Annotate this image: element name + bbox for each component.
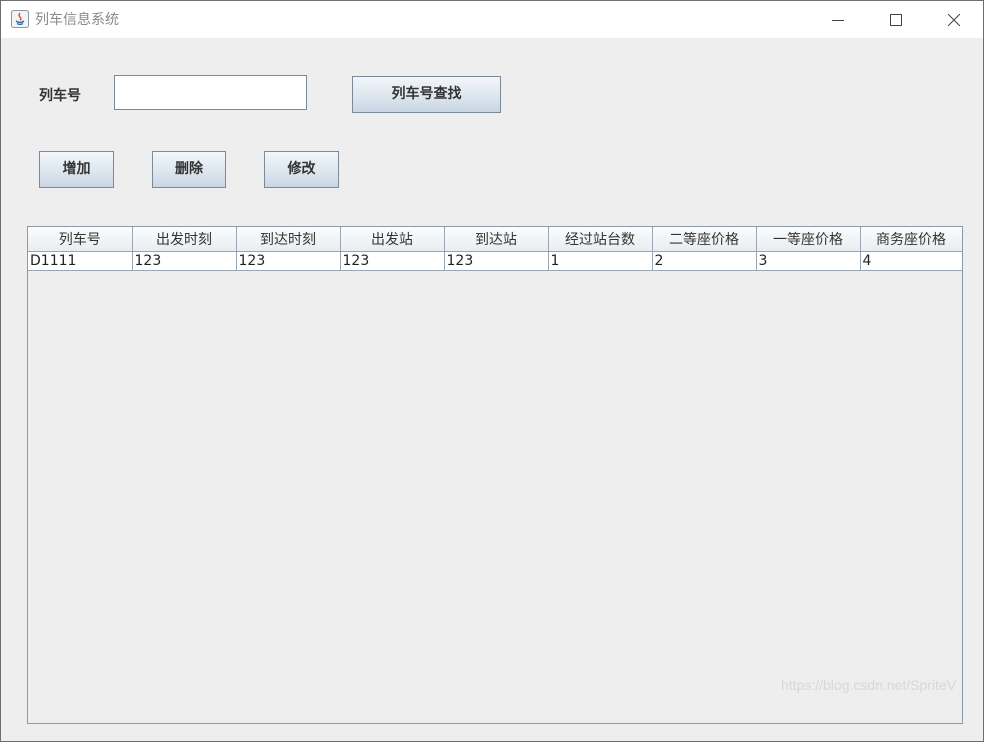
watermark-text: https://blog.csdn.net/SpriteV xyxy=(781,677,957,693)
table-cell[interactable]: 123 xyxy=(132,251,237,271)
table-cell[interactable]: 3 xyxy=(756,251,861,271)
table-header-row: 列车号 出发时刻 到达时刻 出发站 到达站 经过站台数 二等座价格 一等座价格 … xyxy=(28,227,962,252)
train-table: 列车号 出发时刻 到达时刻 出发站 到达站 经过站台数 二等座价格 一等座价格 … xyxy=(28,227,962,271)
close-icon xyxy=(948,13,960,26)
table-cell[interactable]: 1 xyxy=(548,251,653,271)
column-header-business-class-price[interactable]: 商务座价格 xyxy=(860,227,962,252)
column-header-first-class-price[interactable]: 一等座价格 xyxy=(756,227,861,252)
delete-button[interactable]: 删除 xyxy=(152,151,226,188)
table-cell[interactable]: 123 xyxy=(236,251,341,271)
column-header-train-number[interactable]: 列车号 xyxy=(28,227,133,252)
column-header-second-class-price[interactable]: 二等座价格 xyxy=(652,227,757,252)
modify-button[interactable]: 修改 xyxy=(264,151,339,188)
table-cell[interactable]: 4 xyxy=(860,251,962,271)
train-table-scrollpane[interactable]: 列车号 出发时刻 到达时刻 出发站 到达站 经过站台数 二等座价格 一等座价格 … xyxy=(27,226,963,724)
column-header-departure-time[interactable]: 出发时刻 xyxy=(132,227,237,252)
title-bar[interactable]: 列车信息系统 xyxy=(1,1,983,38)
window-title: 列车信息系统 xyxy=(35,12,119,28)
column-header-arrival-time[interactable]: 到达时刻 xyxy=(236,227,341,252)
train-number-input[interactable] xyxy=(114,75,307,110)
table-row[interactable]: D1111 123 123 123 123 1 2 3 4 xyxy=(28,251,962,271)
add-button[interactable]: 增加 xyxy=(39,151,114,188)
search-train-button[interactable]: 列车号查找 xyxy=(352,76,501,113)
column-header-departure-station[interactable]: 出发站 xyxy=(340,227,445,252)
minimize-icon xyxy=(832,19,844,21)
table-cell[interactable]: D1111 xyxy=(28,251,133,271)
table-cell[interactable]: 123 xyxy=(444,251,549,271)
maximize-icon xyxy=(890,13,902,26)
app-window: 列车信息系统 列车号 列车号查找 增加 删除 修改 列车号 出发时刻 到达时刻 … xyxy=(0,0,984,742)
train-number-label: 列车号 xyxy=(39,88,81,104)
table-cell[interactable]: 2 xyxy=(652,251,757,271)
java-app-icon xyxy=(11,10,29,28)
minimize-button[interactable] xyxy=(809,1,867,38)
column-header-stop-count[interactable]: 经过站台数 xyxy=(548,227,653,252)
column-header-arrival-station[interactable]: 到达站 xyxy=(444,227,549,252)
table-cell[interactable]: 123 xyxy=(340,251,445,271)
content-panel: 列车号 列车号查找 增加 删除 修改 列车号 出发时刻 到达时刻 出发站 到达站… xyxy=(1,38,983,741)
close-button[interactable] xyxy=(925,1,983,38)
maximize-button[interactable] xyxy=(867,1,925,38)
